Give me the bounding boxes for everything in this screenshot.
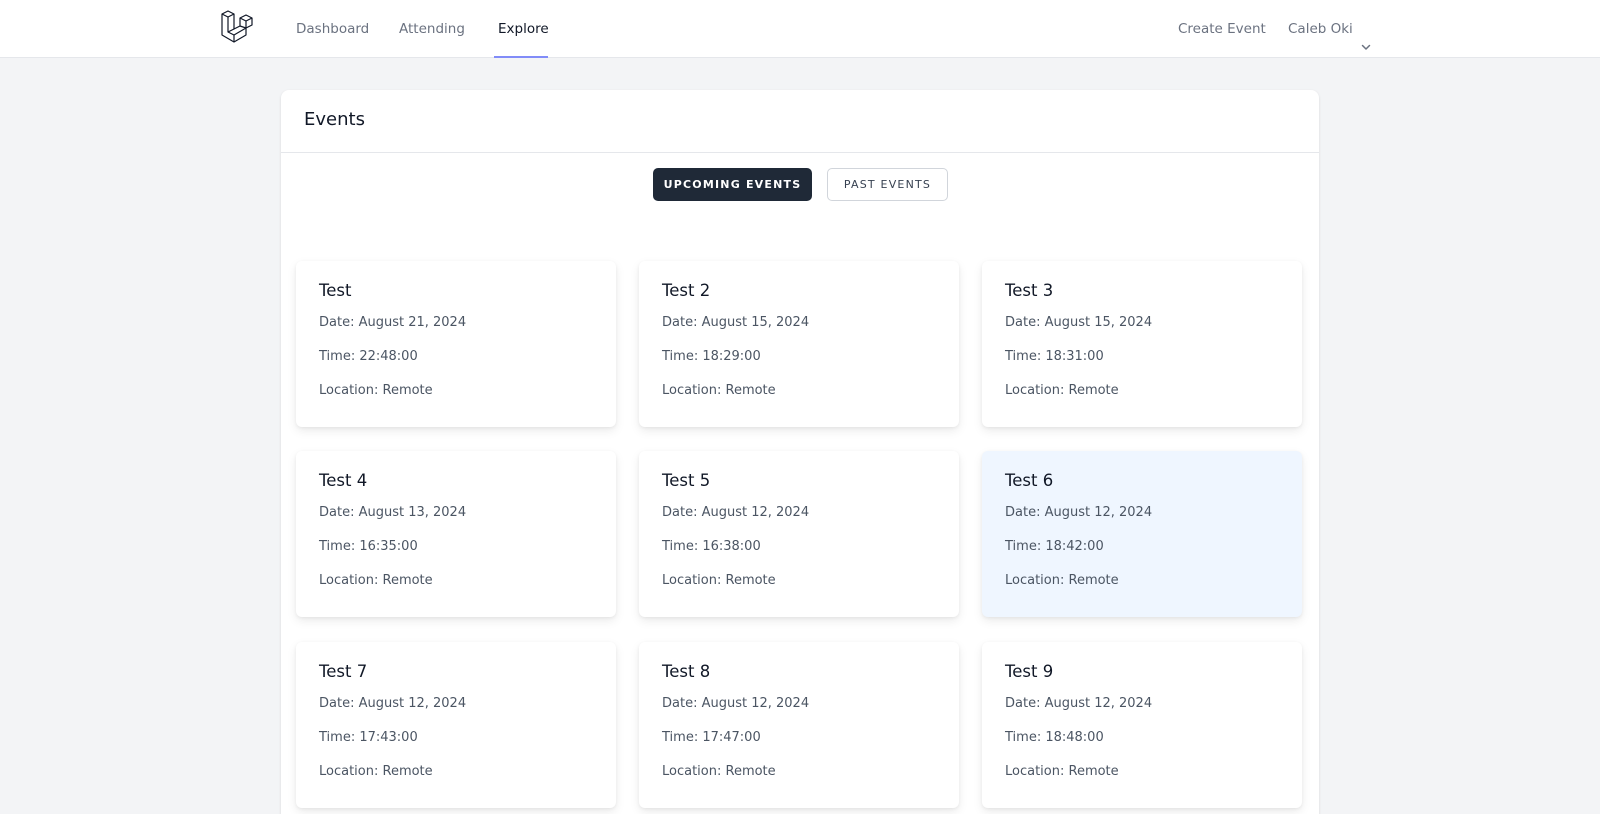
event-title: Test 8 bbox=[662, 662, 711, 681]
event-date: Date: August 21, 2024 bbox=[319, 315, 467, 330]
event-title: Test 7 bbox=[319, 662, 368, 681]
nav-link-attending[interactable]: Attending bbox=[399, 0, 465, 58]
create-event-link[interactable]: Create Event bbox=[1178, 0, 1266, 58]
event-date: Date: August 15, 2024 bbox=[662, 315, 810, 330]
past-events-tab[interactable]: PAST EVENTS bbox=[827, 168, 948, 201]
event-date: Date: August 12, 2024 bbox=[1005, 505, 1153, 520]
event-card[interactable]: Test 2 Date: August 15, 2024 Time: 18:29… bbox=[639, 261, 959, 427]
event-time: Time: 18:42:00 bbox=[1005, 539, 1104, 554]
event-card[interactable]: Test 3 Date: August 15, 2024 Time: 18:31… bbox=[982, 261, 1302, 427]
event-title: Test 6 bbox=[1005, 471, 1054, 490]
chevron-down-icon bbox=[1359, 22, 1373, 50]
event-time: Time: 18:48:00 bbox=[1005, 730, 1104, 745]
event-location: Location: Remote bbox=[1005, 383, 1119, 398]
event-location: Location: Remote bbox=[319, 573, 433, 588]
event-date: Date: August 12, 2024 bbox=[1005, 696, 1153, 711]
event-time: Time: 22:48:00 bbox=[319, 349, 418, 364]
event-date: Date: August 12, 2024 bbox=[319, 696, 467, 711]
event-time: Time: 17:43:00 bbox=[319, 730, 418, 745]
event-card[interactable]: Test Date: August 21, 2024 Time: 22:48:0… bbox=[296, 261, 616, 427]
event-time: Time: 17:47:00 bbox=[662, 730, 761, 745]
event-location: Location: Remote bbox=[319, 764, 433, 779]
user-name: Caleb Oki bbox=[1288, 21, 1353, 37]
event-card[interactable]: Test 7 Date: August 12, 2024 Time: 17:43… bbox=[296, 642, 616, 808]
event-card[interactable]: Test 9 Date: August 12, 2024 Time: 18:48… bbox=[982, 642, 1302, 808]
event-title: Test 2 bbox=[662, 281, 711, 300]
event-time: Time: 18:29:00 bbox=[662, 349, 761, 364]
event-date: Date: August 15, 2024 bbox=[1005, 315, 1153, 330]
event-location: Location: Remote bbox=[319, 383, 433, 398]
event-card[interactable]: Test 6 Date: August 12, 2024 Time: 18:42… bbox=[982, 451, 1302, 617]
event-card[interactable]: Test 4 Date: August 13, 2024 Time: 16:35… bbox=[296, 451, 616, 617]
nav-link-dashboard[interactable]: Dashboard bbox=[296, 0, 369, 58]
event-title: Test 9 bbox=[1005, 662, 1054, 681]
active-nav-indicator bbox=[494, 56, 548, 58]
event-date: Date: August 12, 2024 bbox=[662, 696, 810, 711]
event-title: Test bbox=[319, 281, 352, 300]
event-card[interactable]: Test 8 Date: August 12, 2024 Time: 17:47… bbox=[639, 642, 959, 808]
event-date: Date: August 12, 2024 bbox=[662, 505, 810, 520]
nav-link-explore[interactable]: Explore bbox=[498, 0, 549, 58]
events-panel: Events UPCOMING EVENTS PAST EVENTS Test … bbox=[281, 90, 1319, 814]
event-time: Time: 16:35:00 bbox=[319, 539, 418, 554]
event-title: Test 3 bbox=[1005, 281, 1054, 300]
event-time: Time: 18:31:00 bbox=[1005, 349, 1104, 364]
event-location: Location: Remote bbox=[662, 764, 776, 779]
event-location: Location: Remote bbox=[662, 383, 776, 398]
event-time: Time: 16:38:00 bbox=[662, 539, 761, 554]
user-menu-button[interactable]: Caleb Oki bbox=[1288, 0, 1373, 58]
event-title: Test 4 bbox=[319, 471, 368, 490]
event-location: Location: Remote bbox=[662, 573, 776, 588]
event-title: Test 5 bbox=[662, 471, 711, 490]
top-navbar: Dashboard Attending Explore Create Event… bbox=[0, 0, 1600, 58]
event-location: Location: Remote bbox=[1005, 573, 1119, 588]
event-date: Date: August 13, 2024 bbox=[319, 505, 467, 520]
upcoming-events-tab[interactable]: UPCOMING EVENTS bbox=[653, 168, 812, 201]
laravel-logo-icon[interactable] bbox=[220, 10, 254, 46]
page-title: Events bbox=[304, 109, 365, 130]
event-location: Location: Remote bbox=[1005, 764, 1119, 779]
event-card[interactable]: Test 5 Date: August 12, 2024 Time: 16:38… bbox=[639, 451, 959, 617]
panel-header: Events bbox=[281, 90, 1319, 153]
